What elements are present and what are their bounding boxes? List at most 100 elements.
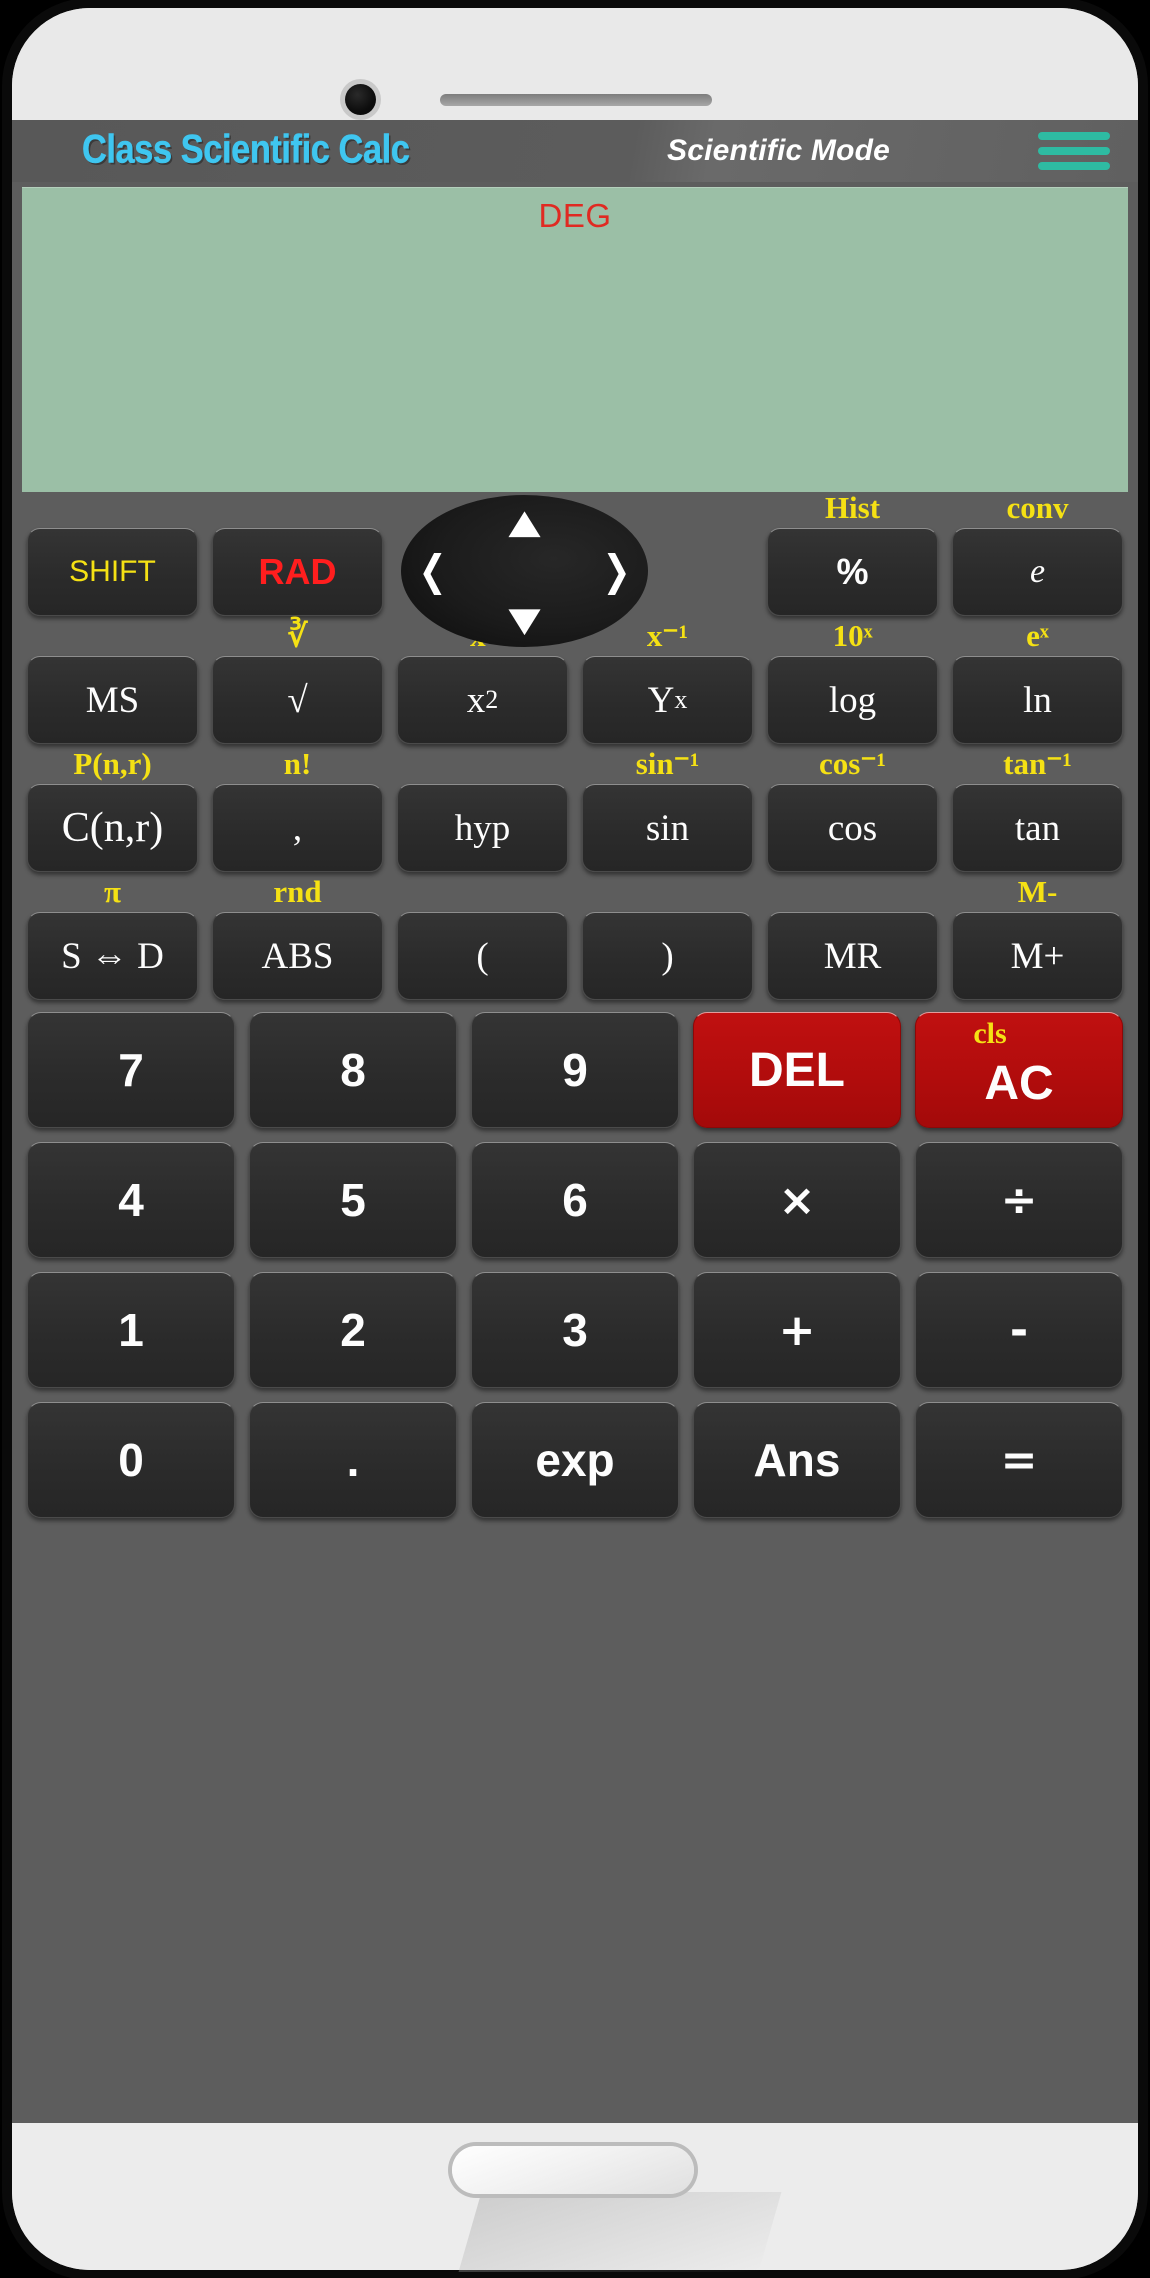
numeric-row-2: 4 5 6 × ÷ <box>20 1142 1130 1258</box>
key-cell-memory-plus: M- M+ <box>945 876 1130 1000</box>
key-multiply[interactable]: × <box>693 1142 901 1258</box>
numeric-keypad: 7 8 9 DEL cls AC 4 5 6 × ÷ 1 2 3 + - 0 .… <box>12 1012 1138 1518</box>
menu-bar-2 <box>1038 147 1110 155</box>
key-all-clear[interactable]: cls AC <box>915 1012 1123 1128</box>
key-close-paren[interactable]: ) <box>582 912 753 1000</box>
hamburger-menu-icon[interactable] <box>1038 128 1110 174</box>
key-percent[interactable]: % <box>767 528 938 616</box>
key-ms[interactable]: MS <box>27 656 198 744</box>
key-2[interactable]: 2 <box>249 1272 457 1388</box>
key-answer[interactable]: Ans <box>693 1402 901 1518</box>
shift-label-e-pow-x: eˣ <box>1026 618 1049 653</box>
shift-label-hist: Hist <box>824 490 881 525</box>
key-cell-minus: - <box>908 1272 1130 1388</box>
key-4[interactable]: 4 <box>27 1142 235 1258</box>
key-decimal-point[interactable]: . <box>249 1402 457 1518</box>
calculator-display[interactable]: DEG <box>22 187 1128 492</box>
key-cell-exponent: exp <box>464 1402 686 1518</box>
key-y-pow-x-base: Y <box>647 679 675 721</box>
shift-label-conv: conv <box>1006 490 1069 525</box>
home-button-shadow <box>458 2192 782 2272</box>
key-cell-log: 10ˣ log <box>760 620 945 744</box>
app-screen: Class Scientific Calc Scientific Mode DE… <box>12 120 1138 2123</box>
shift-label-memory-minus: M- <box>1017 874 1058 909</box>
key-cell-y-pow-x: x⁻¹ Yx <box>575 620 760 744</box>
phone-frame: Class Scientific Calc Scientific Mode DE… <box>12 8 1138 2270</box>
dpad-up-icon[interactable]: ▲ <box>508 505 540 539</box>
shift-label-rad <box>212 492 383 528</box>
numeric-row-4: 0 . exp Ans = <box>20 1402 1130 1518</box>
key-divide[interactable]: ÷ <box>915 1142 1123 1258</box>
key-open-paren[interactable]: ( <box>397 912 568 1000</box>
key-7[interactable]: 7 <box>27 1012 235 1128</box>
shift-label-factorial: n! <box>283 746 312 781</box>
key-cos[interactable]: cos <box>767 784 938 872</box>
key-cell-combination: P(n,r) C(n,r) <box>20 748 205 872</box>
key-cell-decimal: . <box>242 1402 464 1518</box>
key-x-squared-base: x <box>466 679 486 721</box>
shift-label-shift <box>27 492 198 528</box>
key-tan[interactable]: tan <box>952 784 1123 872</box>
key-8[interactable]: 8 <box>249 1012 457 1128</box>
key-cell-0: 0 <box>20 1402 242 1518</box>
shift-label-cls: cls <box>973 1017 1007 1050</box>
home-button[interactable] <box>452 2146 694 2194</box>
key-memory-plus[interactable]: M+ <box>952 912 1123 1000</box>
key-6[interactable]: 6 <box>471 1142 679 1258</box>
key-s-to-d[interactable]: S ⇔ D <box>27 912 198 1000</box>
dpad-down-icon[interactable]: ▼ <box>508 603 540 637</box>
key-rad[interactable]: RAD <box>212 528 383 616</box>
key-e-constant[interactable]: e <box>952 528 1123 616</box>
app-title-text: Class Scientific Calc <box>82 127 410 172</box>
key-memory-recall[interactable]: MR <box>767 912 938 1000</box>
key-cell-ms: MS <box>20 620 205 744</box>
key-sin[interactable]: sin <box>582 784 753 872</box>
key-0[interactable]: 0 <box>27 1402 235 1518</box>
front-camera-icon <box>345 84 376 115</box>
key-abs[interactable]: ABS <box>212 912 383 1000</box>
key-exponent[interactable]: exp <box>471 1402 679 1518</box>
key-5[interactable]: 5 <box>249 1142 457 1258</box>
key-log[interactable]: log <box>767 656 938 744</box>
key-cell-3: 3 <box>464 1272 686 1388</box>
key-cell-abs: rnd ABS <box>205 876 390 1000</box>
mode-label: Scientific Mode <box>667 134 891 167</box>
key-3[interactable]: 3 <box>471 1272 679 1388</box>
key-hyp[interactable]: hyp <box>397 784 568 872</box>
key-sqrt[interactable]: √ <box>212 656 383 744</box>
key-y-pow-x[interactable]: Yx <box>582 656 753 744</box>
earpiece-speaker-icon <box>440 94 712 106</box>
key-ln[interactable]: ln <box>952 656 1123 744</box>
key-cell-percent: Hist % <box>760 492 945 616</box>
key-9[interactable]: 9 <box>471 1012 679 1128</box>
dpad-right-icon[interactable]: ❯ <box>602 550 630 592</box>
shift-label-blank-g <box>767 876 938 912</box>
key-cell-9: 9 <box>464 1012 686 1128</box>
directional-pad[interactable]: ▲ ▼ ❮ ❯ <box>401 495 648 647</box>
key-cell-5: 5 <box>242 1142 464 1258</box>
key-combination[interactable]: C(n,r) <box>27 784 198 872</box>
key-cell-2: 2 <box>242 1272 464 1388</box>
shift-label-arcsin: sin⁻¹ <box>635 746 700 781</box>
key-cell-memory-recall: MR <box>760 876 945 1000</box>
shift-label-blank-e <box>397 876 568 912</box>
key-cell-4: 4 <box>20 1142 242 1258</box>
key-plus[interactable]: + <box>693 1272 901 1388</box>
key-comma[interactable]: , <box>212 784 383 872</box>
key-1[interactable]: 1 <box>27 1272 235 1388</box>
numeric-row-1: 7 8 9 DEL cls AC <box>20 1012 1130 1128</box>
key-equals[interactable]: = <box>915 1402 1123 1518</box>
key-cell-open-paren: ( <box>390 876 575 1000</box>
key-x-squared[interactable]: x2 <box>397 656 568 744</box>
shift-label-round: rnd <box>273 874 322 909</box>
key-cell-sin: sin⁻¹ sin <box>575 748 760 872</box>
key-shift[interactable]: SHIFT <box>27 528 198 616</box>
dpad-left-icon[interactable]: ❮ <box>419 550 447 592</box>
key-cell-all-clear: cls AC <box>908 1012 1130 1128</box>
key-cell-cos: cos⁻¹ cos <box>760 748 945 872</box>
key-cell-e: conv e <box>945 492 1130 616</box>
shift-label-pi: π <box>104 874 121 909</box>
key-x-squared-exp: 2 <box>485 685 499 714</box>
shift-label-arccos: cos⁻¹ <box>819 746 886 781</box>
key-minus[interactable]: - <box>915 1272 1123 1388</box>
